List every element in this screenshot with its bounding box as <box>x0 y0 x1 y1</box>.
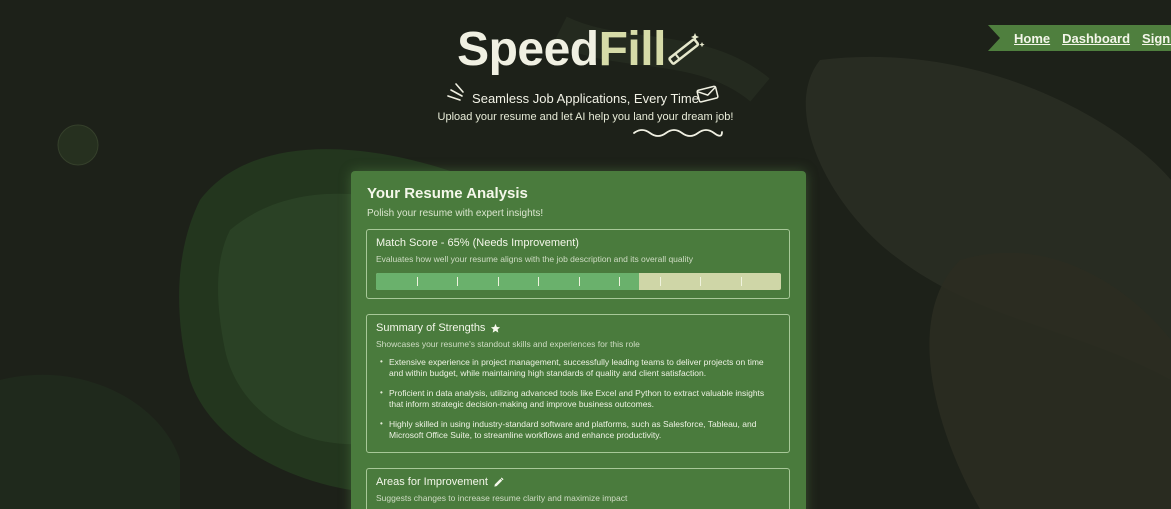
progress-tick <box>538 277 539 286</box>
match-score-title: Match Score - 65% (Needs Improvement) <box>376 237 579 249</box>
logo-part-speed: Speed <box>457 23 599 76</box>
tagline: Seamless Job Applications, Every Time <box>472 91 699 106</box>
magic-wand-icon <box>668 33 705 65</box>
app-logo: SpeedFill <box>0 22 1171 77</box>
match-score-section: Match Score - 65% (Needs Improvement) Ev… <box>366 229 790 299</box>
list-item: Extensive experience in project manageme… <box>376 357 780 378</box>
progress-tick <box>740 277 742 286</box>
progress-tick <box>659 277 661 286</box>
strengths-section: Summary of Strengths Showcases your resu… <box>366 314 790 453</box>
pencil-icon <box>494 476 504 487</box>
strengths-header: Summary of Strengths <box>376 322 780 334</box>
improvement-title: Areas for Improvement <box>376 476 488 488</box>
improvement-description: Suggests changes to increase resume clar… <box>376 493 628 503</box>
list-item: Highly skilled in using industry-standar… <box>376 419 780 440</box>
match-score-bar <box>376 273 781 290</box>
envelope-icon <box>696 85 719 103</box>
progress-tick <box>497 277 499 286</box>
logo-part-fill: Fill <box>598 23 667 76</box>
progress-tick <box>700 277 701 286</box>
progress-tick <box>457 277 458 286</box>
star-icon <box>491 323 501 333</box>
list-item: Proficient in data analysis, utilizing a… <box>376 388 780 409</box>
match-score-description: Evaluates how well your resume aligns wi… <box>376 254 694 264</box>
match-score-bar-fill <box>376 273 640 290</box>
subline: Upload your resume and let AI help you l… <box>437 111 734 123</box>
progress-tick <box>619 277 620 286</box>
strengths-list: Extensive experience in project manageme… <box>376 357 780 440</box>
strengths-title: Summary of Strengths <box>376 322 486 334</box>
progress-tick <box>578 277 580 286</box>
strengths-description: Showcases your resume's standout skills … <box>376 339 640 349</box>
resume-analysis-card: Your Resume Analysis Polish your resume … <box>351 171 806 509</box>
card-title: Your Resume Analysis <box>367 185 528 202</box>
squiggle-underline <box>633 129 723 137</box>
improvement-section: Areas for Improvement Suggests changes t… <box>366 468 790 509</box>
card-subtitle: Polish your resume with expert insights! <box>367 208 544 219</box>
progress-tick <box>416 277 418 286</box>
improvement-header: Areas for Improvement <box>376 476 780 488</box>
